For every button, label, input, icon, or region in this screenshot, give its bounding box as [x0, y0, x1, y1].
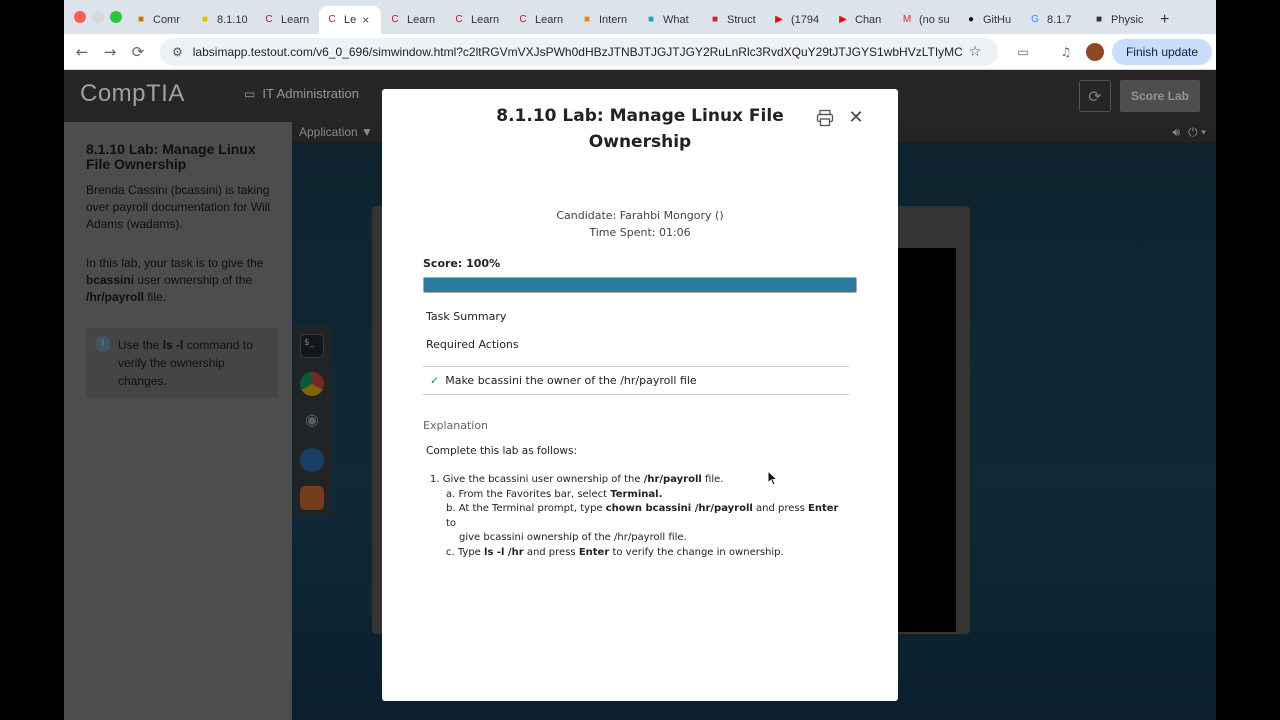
- tab-label: What: [663, 14, 689, 26]
- action-label: Make bcassini the owner of the /hr/payro…: [445, 374, 697, 387]
- step-1a: a. From the Favorites bar, select Termin…: [446, 488, 663, 500]
- tab-label: (no su: [919, 14, 950, 26]
- browser-tab[interactable]: C Learn: [382, 6, 444, 34]
- step-1b: b. At the Terminal prompt, type chown bc…: [446, 503, 839, 529]
- score-label: Score: 100%: [423, 257, 501, 270]
- cloudflare-icon: ■: [583, 14, 591, 25]
- tab-label: Physic: [1111, 14, 1144, 26]
- score-progress-bar: [423, 277, 857, 293]
- explanation-lead: Complete this lab as follows:: [426, 445, 578, 457]
- browser-tab[interactable]: ● GitHu: [958, 6, 1020, 34]
- youtube-icon: ▶: [839, 14, 847, 25]
- url-text[interactable]: labsimapp.testout.com/v6_0_696/simwindow…: [193, 45, 963, 59]
- browser-tab[interactable]: C Learn: [446, 6, 508, 34]
- tab-label: Intern: [599, 14, 628, 26]
- comptia-c-icon: C: [391, 14, 399, 25]
- browser-tab[interactable]: ▶ (1794: [766, 6, 828, 34]
- close-window-button[interactable]: [74, 11, 86, 23]
- required-action-item[interactable]: ✓ Make bcassini the owner of the /hr/pay…: [423, 366, 849, 395]
- struct-icon: ■: [711, 14, 719, 25]
- quizlet-icon: ■: [201, 14, 209, 25]
- navigation-bar: ← → ⟳ ⚙ labsimapp.testout.com/v6_0_696/s…: [64, 34, 1216, 70]
- browser-tab[interactable]: ■ What: [638, 6, 700, 34]
- youtube-icon: ▶: [775, 14, 783, 25]
- tab-label: Struct: [727, 14, 756, 26]
- dialog-title: 8.1.10 Lab: Manage Linux File Ownership: [496, 106, 784, 152]
- browser-tab[interactable]: M (no su: [894, 6, 956, 34]
- tab-label: Learn: [281, 14, 310, 26]
- comptia-c-icon: C: [455, 14, 463, 25]
- browser-tab[interactable]: C Le ×: [319, 6, 381, 34]
- explanation-heading: Explanation: [423, 419, 489, 432]
- openai-icon: ■: [1095, 14, 1103, 25]
- reload-icon[interactable]: ⟳: [126, 40, 150, 64]
- cast-icon[interactable]: ▭: [1011, 40, 1035, 64]
- minimize-window-button[interactable]: [92, 11, 104, 23]
- task-summary-heading: Task Summary: [426, 310, 507, 323]
- step-1c: c. Type ls -l /hr and press Enter to ver…: [446, 546, 784, 558]
- step-1b-continued: give bcassini ownership of the /hr/payro…: [459, 532, 687, 543]
- tab-strip: ■ Comr ■ 8.1.10 C Learn C Le × C Learn C Learn C Learn…: [64, 0, 1216, 34]
- profile-avatar[interactable]: [1086, 43, 1104, 61]
- tab-label: 8.1.10: [217, 14, 248, 26]
- close-tab-icon[interactable]: ×: [362, 13, 369, 27]
- new-tab-button[interactable]: +: [1154, 6, 1175, 34]
- tab-label: Chan: [855, 14, 882, 26]
- print-icon[interactable]: [816, 109, 834, 127]
- cisco-icon: ■: [647, 14, 655, 25]
- step-1: 1. Give the bcassini user ownership of t…: [430, 474, 724, 485]
- tab-label: Comr: [153, 14, 180, 26]
- browser-tab[interactable]: ■ Struct: [702, 6, 764, 34]
- tab-label: Le: [344, 14, 357, 26]
- mouse-pointer-icon: [767, 469, 779, 486]
- tab-label: Learn: [407, 14, 436, 26]
- browser-tab[interactable]: ■ Comr: [128, 6, 190, 34]
- candidate-info: Candidate: Farahbi Mongory () Time Spent…: [382, 207, 898, 241]
- explanation-steps: 1. Give the bcassini user ownership of t…: [430, 473, 850, 560]
- paw-icon: ■: [137, 14, 145, 25]
- github-icon: ●: [967, 14, 975, 25]
- tab-label: GitHu: [983, 14, 1012, 26]
- google-icon: G: [1031, 14, 1039, 25]
- comptia-c-icon: C: [519, 14, 527, 25]
- comptia-c-icon: C: [265, 14, 273, 25]
- finish-update-button[interactable]: Finish update: [1112, 39, 1212, 65]
- checkmark-icon: ✓: [430, 374, 440, 387]
- tab-label: 8.1.7: [1047, 14, 1072, 26]
- comptia-c-icon: C: [328, 14, 336, 25]
- bookmark-star-icon[interactable]: ☆: [969, 44, 982, 60]
- score-progress-fill: [424, 278, 856, 292]
- browser-tab[interactable]: C Learn: [256, 6, 318, 34]
- score-report-dialog: 8.1.10 Lab: Manage Linux File Ownership …: [382, 89, 898, 701]
- time-spent: Time Spent: 01:06: [589, 226, 691, 239]
- gmail-icon: M: [902, 14, 912, 25]
- browser-tab[interactable]: ■ Physic: [1086, 6, 1148, 34]
- back-arrow-icon[interactable]: ←: [70, 40, 94, 64]
- required-actions-heading: Required Actions: [426, 338, 519, 351]
- forward-arrow-icon[interactable]: →: [98, 40, 122, 64]
- tab-label: Learn: [535, 14, 564, 26]
- browser-tab[interactable]: C Learn: [510, 6, 572, 34]
- media-controls-icon[interactable]: ♫: [1054, 40, 1078, 64]
- candidate-name: Candidate: Farahbi Mongory (): [556, 209, 724, 222]
- site-settings-icon[interactable]: ⚙: [172, 45, 183, 59]
- address-bar[interactable]: ⚙ labsimapp.testout.com/v6_0_696/simwind…: [160, 38, 998, 66]
- maximize-window-button[interactable]: [110, 11, 122, 23]
- browser-tab[interactable]: ▶ Chan: [830, 6, 892, 34]
- tab-label: Learn: [471, 14, 500, 26]
- tab-label: (1794: [791, 14, 820, 26]
- close-icon[interactable]: ✕: [848, 109, 864, 127]
- browser-tab[interactable]: ■ Intern: [574, 6, 636, 34]
- browser-tab[interactable]: G 8.1.7: [1022, 6, 1084, 34]
- browser-window: ■ Comr ■ 8.1.10 C Learn C Le × C Learn C Learn C Learn…: [64, 0, 1216, 720]
- browser-tab[interactable]: ■ 8.1.10: [192, 6, 254, 34]
